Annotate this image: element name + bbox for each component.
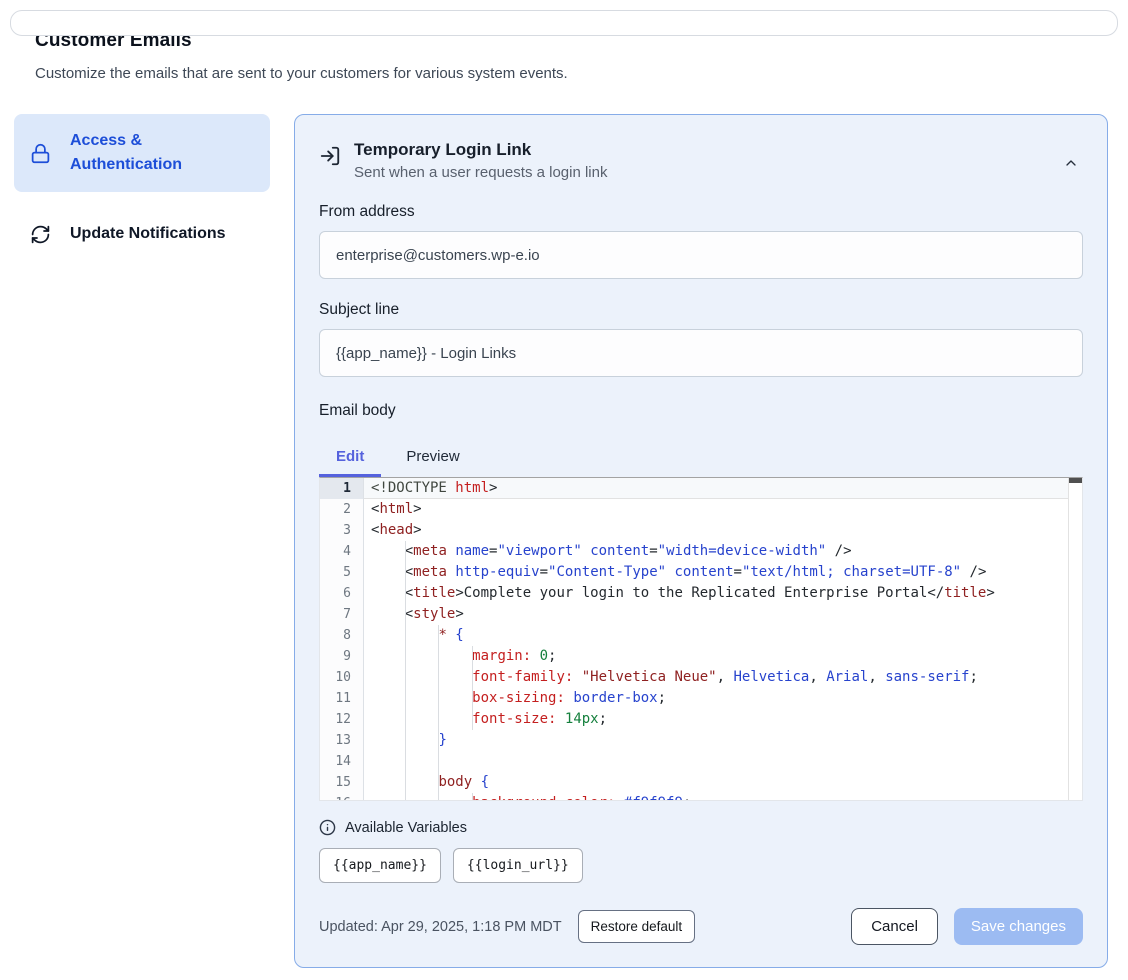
restore-default-button[interactable]: Restore default <box>578 910 696 943</box>
subject-line-input[interactable] <box>319 329 1083 377</box>
line-number: 9 <box>320 646 364 667</box>
line-number: 12 <box>320 709 364 730</box>
panel-footer: Updated: Apr 29, 2025, 1:18 PM MDT Resto… <box>319 908 1083 945</box>
scrollbar-thumb[interactable] <box>1069 478 1082 483</box>
code-line[interactable]: 4 <meta name="viewport" content="width=d… <box>320 541 1082 562</box>
code-line[interactable]: 1<!DOCTYPE html> <box>320 478 1082 499</box>
code-editor[interactable]: 1<!DOCTYPE html>2<html>3<head>4 <meta na… <box>319 477 1083 801</box>
tab-edit[interactable]: Edit <box>319 438 381 477</box>
available-variables-section: Available Variables {{app_name}} {{login… <box>319 819 1083 883</box>
code-line[interactable]: 7 <style> <box>320 604 1082 625</box>
subject-line-field: Subject line <box>319 301 1083 377</box>
code-line[interactable]: 5 <meta http-equiv="Content-Type" conten… <box>320 562 1082 583</box>
line-number: 4 <box>320 541 364 562</box>
email-panel: Temporary Login Link Sent when a user re… <box>294 114 1108 968</box>
line-number: 14 <box>320 751 364 772</box>
line-number: 11 <box>320 688 364 709</box>
lock-icon <box>30 143 51 164</box>
code-line[interactable]: 8 * { <box>320 625 1082 646</box>
sidebar-item-update-notifications[interactable]: Update Notifications <box>14 209 270 259</box>
tab-preview[interactable]: Preview <box>389 438 476 477</box>
panel-subtitle: Sent when a user requests a login link <box>354 164 1046 181</box>
from-address-field: From address <box>319 203 1083 279</box>
sidebar: Access & Authentication Update Notificat… <box>14 114 270 259</box>
line-number: 3 <box>320 520 364 541</box>
layout: Access & Authentication Update Notificat… <box>0 114 1128 968</box>
sidebar-item-label: Update Notifications <box>70 222 226 246</box>
code-line[interactable]: 11 box-sizing: border-box; <box>320 688 1082 709</box>
line-number: 13 <box>320 730 364 751</box>
code-line[interactable]: 2<html> <box>320 499 1082 520</box>
collapse-button[interactable] <box>1059 144 1083 181</box>
subject-line-label: Subject line <box>319 301 1083 319</box>
page-subtitle: Customize the emails that are sent to yo… <box>35 65 1128 82</box>
email-body-label: Email body <box>319 402 1083 420</box>
email-body-tabs: Edit Preview <box>319 438 1083 477</box>
line-number: 2 <box>320 499 364 520</box>
line-number: 7 <box>320 604 364 625</box>
sidebar-item-access-authentication[interactable]: Access & Authentication <box>14 114 270 192</box>
code-line[interactable]: 15 body { <box>320 772 1082 793</box>
code-line[interactable]: 10 font-family: "Helvetica Neue", Helvet… <box>320 667 1082 688</box>
login-icon <box>319 145 341 167</box>
line-number: 15 <box>320 772 364 793</box>
code-line[interactable]: 16 background-color: #f9f9f9; <box>320 793 1082 801</box>
variable-chip-login-url[interactable]: {{login_url}} <box>453 848 583 883</box>
line-number: 16 <box>320 793 364 801</box>
top-card-remnant <box>10 10 1118 36</box>
code-lines: 1<!DOCTYPE html>2<html>3<head>4 <meta na… <box>320 478 1082 801</box>
line-number: 10 <box>320 667 364 688</box>
panel-title: Temporary Login Link <box>354 140 1046 160</box>
cancel-button[interactable]: Cancel <box>851 908 938 945</box>
editor-scrollbar[interactable] <box>1068 478 1082 800</box>
line-number: 1 <box>320 478 364 499</box>
from-address-input[interactable] <box>319 231 1083 279</box>
refresh-icon <box>30 224 51 245</box>
code-line[interactable]: 13 } <box>320 730 1082 751</box>
code-line[interactable]: 3<head> <box>320 520 1082 541</box>
save-changes-button[interactable]: Save changes <box>954 908 1083 945</box>
variable-chip-app-name[interactable]: {{app_name}} <box>319 848 441 883</box>
sidebar-item-label: Access & Authentication <box>70 129 254 177</box>
chevron-up-icon <box>1063 155 1079 171</box>
panel-header: Temporary Login Link Sent when a user re… <box>319 140 1083 181</box>
updated-timestamp: Updated: Apr 29, 2025, 1:18 PM MDT <box>319 919 562 935</box>
line-number: 6 <box>320 583 364 604</box>
code-line[interactable]: 6 <title>Complete your login to the Repl… <box>320 583 1082 604</box>
line-number: 5 <box>320 562 364 583</box>
page-header: Customer Emails Customize the emails tha… <box>35 30 1128 82</box>
code-line[interactable]: 14 <box>320 751 1082 772</box>
available-variables-label: Available Variables <box>345 820 467 836</box>
code-line[interactable]: 9 margin: 0; <box>320 646 1082 667</box>
from-address-label: From address <box>319 203 1083 221</box>
info-icon <box>319 819 336 836</box>
line-number: 8 <box>320 625 364 646</box>
code-line[interactable]: 12 font-size: 14px; <box>320 709 1082 730</box>
